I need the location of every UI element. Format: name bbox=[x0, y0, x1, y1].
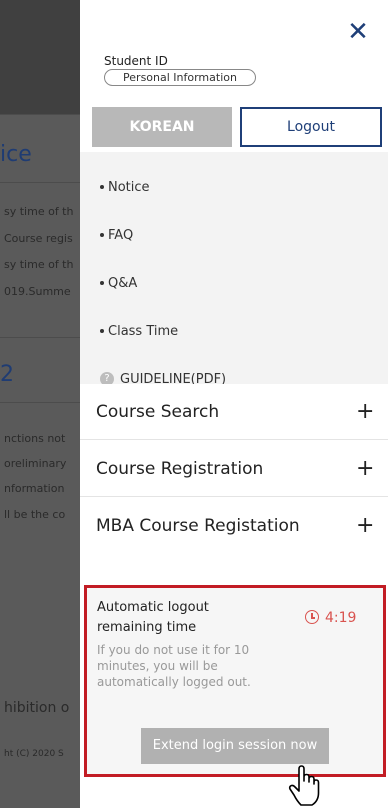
submenu-item-label: FAQ bbox=[108, 228, 134, 243]
submenu-item-label: Q&A bbox=[108, 276, 138, 291]
menu-item-course-search[interactable]: Course Search + bbox=[80, 384, 388, 440]
submenu-list: Notice FAQ Q&A Class Time ? GUIDELINE(PDF… bbox=[80, 152, 388, 387]
background-text-line: nctions not bbox=[4, 432, 66, 445]
background-header bbox=[0, 0, 80, 114]
submenu-item-label: Notice bbox=[108, 180, 150, 195]
expand-plus-icon[interactable]: + bbox=[356, 384, 374, 440]
background-page: ice sy time of th Course regis sy time o… bbox=[0, 0, 80, 808]
submenu-item-class-time[interactable]: Class Time bbox=[100, 324, 178, 339]
menu-item-mba-course-registration[interactable]: MBA Course Registation + bbox=[80, 498, 388, 554]
bullet-icon bbox=[100, 232, 104, 237]
menu-item-course-registration[interactable]: Course Registration + bbox=[80, 441, 388, 497]
clock-icon bbox=[305, 610, 319, 624]
close-button[interactable]: ✕ bbox=[344, 18, 372, 46]
background-text-line: sy time of th bbox=[4, 258, 74, 271]
korean-language-button[interactable]: KOREAN bbox=[92, 107, 232, 147]
background-divider bbox=[0, 337, 80, 338]
menu-item-label: Course Search bbox=[96, 402, 220, 422]
student-id-label: Student ID bbox=[104, 54, 168, 68]
background-divider bbox=[0, 402, 80, 403]
remaining-time-value: 4:19 bbox=[325, 610, 357, 626]
background-text-line: sy time of th bbox=[4, 205, 74, 218]
menu-item-label: Course Registration bbox=[96, 459, 264, 479]
background-divider bbox=[0, 114, 80, 115]
menu-item-label: MBA Course Registation bbox=[96, 516, 300, 536]
bullet-icon bbox=[100, 328, 104, 333]
background-heading-qa: 2 bbox=[0, 362, 14, 387]
close-icon: ✕ bbox=[347, 17, 369, 47]
auto-logout-panel: Automatic logout remaining time 4:19 If … bbox=[84, 585, 386, 777]
background-text-line: Course regis bbox=[4, 232, 73, 245]
submenu-item-faq[interactable]: FAQ bbox=[100, 228, 133, 243]
background-divider bbox=[0, 182, 80, 183]
background-footer-text: hibition o bbox=[4, 700, 70, 716]
background-text-line: 019.Summe bbox=[4, 285, 71, 298]
background-copyright: ht (C) 2020 S bbox=[4, 749, 64, 759]
hand-pointer-cursor-icon bbox=[288, 765, 320, 806]
background-text-line: oreliminary bbox=[4, 457, 67, 470]
background-text-line: nformation bbox=[4, 482, 65, 495]
background-text-line: ll be the co bbox=[4, 508, 66, 521]
submenu-item-notice[interactable]: Notice bbox=[100, 180, 150, 195]
extend-session-button[interactable]: Extend login session now bbox=[141, 728, 329, 764]
personal-information-link[interactable]: Personal Information bbox=[104, 69, 256, 86]
submenu-item-qa[interactable]: Q&A bbox=[100, 276, 137, 291]
background-heading-notice: ice bbox=[0, 142, 32, 167]
expand-plus-icon[interactable]: + bbox=[356, 441, 374, 497]
side-drawer: ✕ Student ID Personal Information KOREAN… bbox=[80, 0, 388, 808]
remaining-time-display: 4:19 bbox=[305, 610, 356, 626]
expand-plus-icon[interactable]: + bbox=[356, 498, 374, 554]
logout-button[interactable]: Logout bbox=[240, 107, 382, 147]
bullet-icon bbox=[100, 280, 104, 285]
bullet-icon bbox=[100, 184, 104, 189]
submenu-item-label: Class Time bbox=[108, 324, 179, 339]
auto-logout-title: Automatic logout remaining time bbox=[97, 600, 209, 635]
auto-logout-description: If you do not use it for 10 minutes, you… bbox=[97, 643, 251, 689]
